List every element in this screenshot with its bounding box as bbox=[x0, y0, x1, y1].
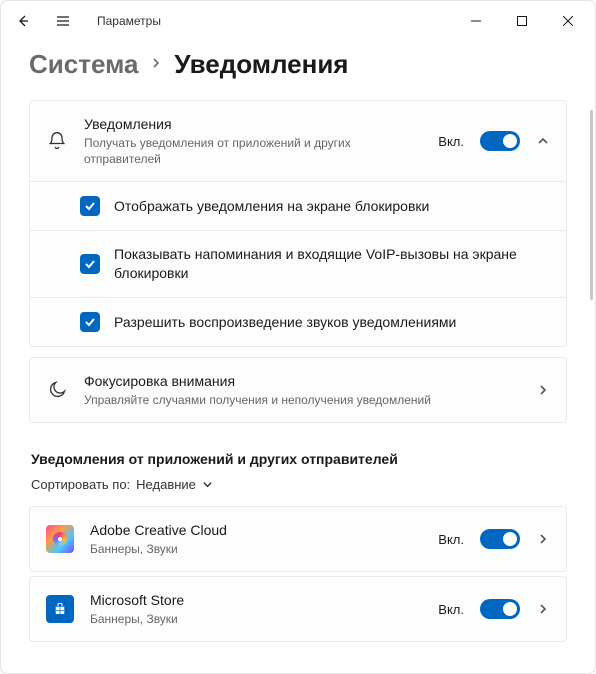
minimize-button[interactable] bbox=[453, 5, 499, 37]
notifications-desc: Получать уведомления от приложений и дру… bbox=[84, 135, 422, 167]
option-voip-label: Показывать напоминания и входящие VoIP-в… bbox=[114, 245, 550, 283]
option-sounds-row[interactable]: Разрешить воспроизведение звуков уведомл… bbox=[30, 297, 566, 346]
check-icon bbox=[84, 200, 96, 212]
app-nav-button[interactable] bbox=[536, 603, 550, 615]
chevron-right-icon bbox=[537, 603, 549, 615]
check-icon bbox=[84, 316, 96, 328]
app-toggle-label: Вкл. bbox=[438, 532, 464, 547]
chevron-up-icon bbox=[537, 135, 549, 147]
apps-section-heading: Уведомления от приложений и других отпра… bbox=[31, 451, 567, 467]
close-icon bbox=[563, 16, 573, 26]
chevron-right-icon bbox=[537, 384, 549, 396]
sort-dropdown[interactable]: Сортировать по: Недавние bbox=[31, 477, 567, 492]
maximize-icon bbox=[517, 16, 527, 26]
option-lockscreen-label: Отображать уведомления на экране блокиро… bbox=[114, 197, 429, 216]
chevron-down-icon bbox=[202, 479, 213, 490]
chevron-right-icon bbox=[537, 533, 549, 545]
notifications-card: Уведомления Получать уведомления от прил… bbox=[29, 100, 567, 347]
close-button[interactable] bbox=[545, 5, 591, 37]
sort-value: Недавние bbox=[136, 477, 196, 492]
breadcrumb-parent[interactable]: Система bbox=[29, 49, 138, 80]
focus-desc: Управляйте случаями получения и неполуче… bbox=[84, 392, 520, 408]
adobe-cc-icon bbox=[46, 525, 74, 553]
app-toggle[interactable] bbox=[480, 599, 520, 619]
maximize-button[interactable] bbox=[499, 5, 545, 37]
focus-assist-card: Фокусировка внимания Управляйте случаями… bbox=[29, 357, 567, 423]
moon-icon bbox=[46, 380, 68, 400]
back-button[interactable] bbox=[5, 5, 41, 37]
app-nav-button[interactable] bbox=[536, 533, 550, 545]
page-title: Уведомления bbox=[174, 49, 348, 80]
notifications-toggle[interactable] bbox=[480, 131, 520, 151]
bell-icon bbox=[46, 131, 68, 151]
notifications-main-row[interactable]: Уведомления Получать уведомления от прил… bbox=[30, 101, 566, 181]
hamburger-icon bbox=[55, 13, 71, 29]
minimize-icon bbox=[471, 16, 481, 26]
option-lockscreen-row[interactable]: Отображать уведомления на экране блокиро… bbox=[30, 181, 566, 230]
focus-assist-row[interactable]: Фокусировка внимания Управляйте случаями… bbox=[30, 358, 566, 422]
arrow-left-icon bbox=[15, 13, 31, 29]
option-sounds-label: Разрешить воспроизведение звуков уведомл… bbox=[114, 313, 456, 332]
nav-menu-button[interactable] bbox=[45, 5, 81, 37]
chevron-right-icon bbox=[150, 56, 162, 74]
app-name: Adobe Creative Cloud bbox=[90, 521, 422, 540]
notifications-title: Уведомления bbox=[84, 115, 422, 134]
option-lockscreen-checkbox[interactable] bbox=[80, 196, 100, 216]
app-name: Microsoft Store bbox=[90, 591, 422, 610]
app-card: Adobe Creative Cloud Баннеры, Звуки Вкл. bbox=[29, 506, 567, 572]
breadcrumb: Система Уведомления bbox=[29, 49, 567, 80]
app-row-creative-cloud[interactable]: Adobe Creative Cloud Баннеры, Звуки Вкл. bbox=[30, 507, 566, 571]
option-voip-checkbox[interactable] bbox=[80, 254, 100, 274]
collapse-button[interactable] bbox=[536, 135, 550, 147]
focus-title: Фокусировка внимания bbox=[84, 372, 520, 391]
scrollbar[interactable] bbox=[590, 110, 593, 300]
app-desc: Баннеры, Звуки bbox=[90, 541, 422, 557]
app-row-microsoft-store[interactable]: Microsoft Store Баннеры, Звуки Вкл. bbox=[30, 577, 566, 641]
option-sounds-checkbox[interactable] bbox=[80, 312, 100, 332]
app-card: Microsoft Store Баннеры, Звуки Вкл. bbox=[29, 576, 567, 642]
app-desc: Баннеры, Звуки bbox=[90, 611, 422, 627]
app-title: Параметры bbox=[97, 14, 161, 28]
microsoft-store-icon bbox=[46, 595, 74, 623]
app-toggle-label: Вкл. bbox=[438, 602, 464, 617]
app-toggle[interactable] bbox=[480, 529, 520, 549]
check-icon bbox=[84, 258, 96, 270]
notifications-toggle-label: Вкл. bbox=[438, 134, 464, 149]
focus-nav-button[interactable] bbox=[536, 384, 550, 396]
option-voip-row[interactable]: Показывать напоминания и входящие VoIP-в… bbox=[30, 230, 566, 297]
sort-label: Сортировать по: bbox=[31, 477, 130, 492]
